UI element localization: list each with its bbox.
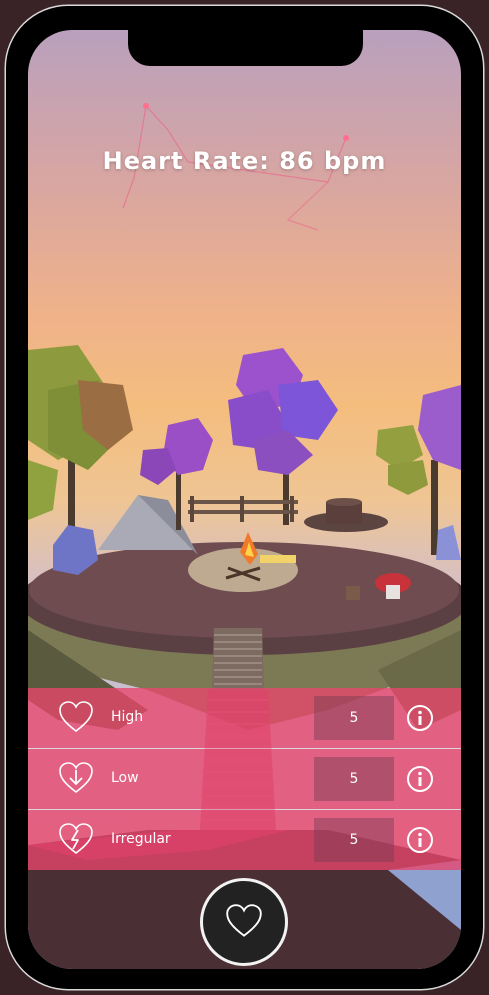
info-icon[interactable] [406, 826, 434, 854]
heart-button[interactable] [200, 878, 288, 966]
heart-lightning-icon [59, 823, 93, 855]
alert-value-low[interactable]: 5 [314, 757, 394, 801]
phone-notch [128, 30, 363, 66]
alert-value-irregular[interactable]: 5 [314, 818, 394, 862]
heart-rate-title: Heart Rate: 86 bpm [102, 147, 387, 175]
alert-label-high: High [111, 709, 144, 725]
alert-value-high[interactable]: 5 [314, 696, 394, 740]
app-screen: Heart Rate: 86 bpm High 5 Low 5 Irregula… [28, 30, 461, 969]
heart-icon [226, 904, 262, 937]
alert-row-high[interactable]: High 5 [28, 688, 461, 748]
info-icon[interactable] [406, 765, 434, 793]
heart-down-arrow-icon [59, 762, 93, 794]
phone-frame: Heart Rate: 86 bpm High 5 Low 5 Irregula… [6, 6, 483, 989]
alert-label-low: Low [111, 770, 139, 786]
alert-row-low[interactable]: Low 5 [28, 749, 461, 809]
alert-label-irregular: Irregular [111, 831, 171, 847]
heart-outline-icon [59, 701, 93, 733]
alert-row-irregular[interactable]: Irregular 5 [28, 810, 461, 870]
info-icon[interactable] [406, 704, 434, 732]
